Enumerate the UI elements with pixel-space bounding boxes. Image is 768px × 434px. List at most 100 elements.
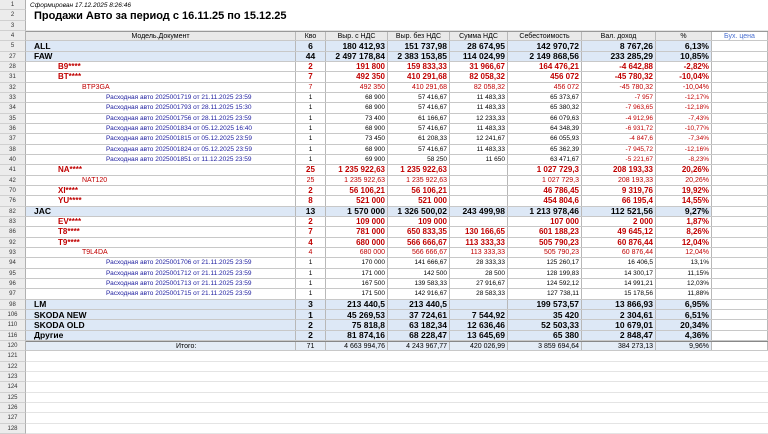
cell-7[interactable]: 60 876,44 bbox=[582, 237, 656, 247]
row-number[interactable]: 95 bbox=[0, 268, 26, 279]
cell-3[interactable]: 1 570 000 bbox=[326, 206, 388, 216]
cell-8[interactable]: 1,87% bbox=[656, 217, 712, 227]
column-header[interactable]: Кво bbox=[296, 32, 326, 41]
cell-9[interactable] bbox=[712, 113, 768, 123]
cell-3[interactable]: 492 350 bbox=[326, 82, 388, 92]
cell-2[interactable]: 1 bbox=[296, 134, 326, 144]
cell-3[interactable]: 45 269,53 bbox=[326, 310, 388, 320]
cell-7[interactable]: 2 304,61 bbox=[582, 310, 656, 320]
cell-8[interactable]: -12,17% bbox=[656, 93, 712, 103]
cell-2[interactable]: 8 bbox=[296, 196, 326, 206]
cell-8[interactable]: 12,04% bbox=[656, 237, 712, 247]
cell-2[interactable]: 1 bbox=[296, 310, 326, 320]
cell-model[interactable]: NA**** bbox=[26, 165, 296, 175]
row-number[interactable]: 4 bbox=[0, 31, 26, 42]
cell-9[interactable] bbox=[712, 289, 768, 299]
cell-6[interactable]: 3 859 694,64 bbox=[508, 342, 582, 351]
cell-7[interactable]: 8 767,26 bbox=[582, 41, 656, 51]
cell-4[interactable]: 2 383 153,85 bbox=[388, 51, 450, 61]
cell-5[interactable] bbox=[450, 196, 508, 206]
cell-3[interactable]: 81 874,16 bbox=[326, 330, 388, 340]
row-number[interactable]: 3 bbox=[0, 20, 26, 31]
row-number[interactable]: 116 bbox=[0, 330, 26, 341]
cell-7[interactable]: -6 931,72 bbox=[582, 124, 656, 134]
cell-9[interactable] bbox=[712, 165, 768, 175]
cell-6[interactable]: 456 072 bbox=[508, 72, 582, 82]
cell-7[interactable]: 14 300,17 bbox=[582, 268, 656, 278]
cell-7[interactable]: -45 780,32 bbox=[582, 82, 656, 92]
cell-7[interactable]: -4 642,88 bbox=[582, 62, 656, 72]
cell-model[interactable]: XI**** bbox=[26, 186, 296, 196]
cell-6[interactable]: 66 079,63 bbox=[508, 113, 582, 123]
row-number[interactable]: 125 bbox=[0, 392, 26, 403]
cell-5[interactable]: 7 544,92 bbox=[450, 310, 508, 320]
cell-model[interactable]: EV**** bbox=[26, 217, 296, 227]
cell-4[interactable]: 1 326 500,02 bbox=[388, 206, 450, 216]
row-number[interactable]: 122 bbox=[0, 361, 26, 372]
cell-4[interactable]: 213 440,5 bbox=[388, 299, 450, 309]
cell-9[interactable] bbox=[712, 227, 768, 237]
row-number[interactable]: 120 bbox=[0, 341, 26, 352]
cell-6[interactable]: 35 420 bbox=[508, 310, 582, 320]
cell-6[interactable]: 65 380,32 bbox=[508, 103, 582, 113]
cell-8[interactable]: 12,03% bbox=[656, 279, 712, 289]
cell-6[interactable]: 505 790,23 bbox=[508, 248, 582, 258]
column-header[interactable]: Сумма НДС bbox=[450, 32, 508, 41]
cell-5[interactable]: 28 583,33 bbox=[450, 289, 508, 299]
cell-8[interactable]: 9,96% bbox=[656, 342, 712, 351]
cell-2[interactable]: 4 bbox=[296, 237, 326, 247]
column-header[interactable]: Модель.Документ bbox=[26, 32, 296, 41]
cell-2[interactable]: 3 bbox=[296, 299, 326, 309]
row-number[interactable]: 2 bbox=[0, 10, 26, 21]
row-number[interactable]: 123 bbox=[0, 372, 26, 383]
cell-2[interactable]: 7 bbox=[296, 227, 326, 237]
cell-7[interactable]: 208 193,33 bbox=[582, 175, 656, 185]
cell-6[interactable]: 1 213 978,46 bbox=[508, 206, 582, 216]
cell-model[interactable]: ALL bbox=[26, 41, 296, 51]
cell-6[interactable]: 1 027 729,3 bbox=[508, 175, 582, 185]
cell-7[interactable]: 112 521,56 bbox=[582, 206, 656, 216]
cell-6[interactable]: 128 199,83 bbox=[508, 268, 582, 278]
cell-4[interactable]: 139 583,33 bbox=[388, 279, 450, 289]
row-number[interactable]: 42 bbox=[0, 175, 26, 186]
cell-2[interactable]: 13 bbox=[296, 206, 326, 216]
cell-3[interactable]: 68 900 bbox=[326, 103, 388, 113]
cell-4[interactable]: 159 833,33 bbox=[388, 62, 450, 72]
cell-3[interactable]: 73 400 bbox=[326, 113, 388, 123]
cell-8[interactable]: -12,18% bbox=[656, 103, 712, 113]
cell-model[interactable]: Расходная авто 2025001824 от 05.12.2025 … bbox=[26, 144, 296, 154]
cell-5[interactable] bbox=[450, 165, 508, 175]
cell-model[interactable]: Расходная авто 2025001815 от 05.12.2025 … bbox=[26, 134, 296, 144]
cell-4[interactable]: 141 666,67 bbox=[388, 258, 450, 268]
cell-3[interactable]: 680 000 bbox=[326, 237, 388, 247]
cell-4[interactable]: 58 250 bbox=[388, 155, 450, 165]
cell-2[interactable]: 7 bbox=[296, 82, 326, 92]
cell-7[interactable]: -7 963,65 bbox=[582, 103, 656, 113]
cell-model[interactable]: Расходная авто 2025001706 от 21.11.2025 … bbox=[26, 258, 296, 268]
cell-2[interactable]: 2 bbox=[296, 330, 326, 340]
cell-8[interactable]: -10,04% bbox=[656, 82, 712, 92]
cell-2[interactable]: 1 bbox=[296, 144, 326, 154]
cell-9[interactable] bbox=[712, 342, 768, 351]
cell-2[interactable]: 1 bbox=[296, 258, 326, 268]
cell-4[interactable]: 57 416,67 bbox=[388, 93, 450, 103]
row-number[interactable]: 83 bbox=[0, 217, 26, 228]
cell-9[interactable] bbox=[712, 93, 768, 103]
column-header[interactable]: Вал. доход bbox=[582, 32, 656, 41]
cell-9[interactable] bbox=[712, 134, 768, 144]
cell-5[interactable]: 243 499,98 bbox=[450, 206, 508, 216]
cell-9[interactable] bbox=[712, 41, 768, 51]
cell-4[interactable]: 566 666,67 bbox=[388, 237, 450, 247]
cell-9[interactable] bbox=[712, 237, 768, 247]
cell-4[interactable]: 57 416,67 bbox=[388, 144, 450, 154]
cell-7[interactable]: 233 285,29 bbox=[582, 51, 656, 61]
cell-9[interactable] bbox=[712, 279, 768, 289]
cell-3[interactable]: 109 000 bbox=[326, 217, 388, 227]
cell-9[interactable] bbox=[712, 72, 768, 82]
cell-5[interactable]: 130 166,65 bbox=[450, 227, 508, 237]
row-number[interactable]: 92 bbox=[0, 237, 26, 248]
column-header[interactable]: Себестоимость bbox=[508, 32, 582, 41]
cell-7[interactable]: -5 221,67 bbox=[582, 155, 656, 165]
cell-model[interactable]: JAC bbox=[26, 206, 296, 216]
cell-4[interactable]: 68 228,47 bbox=[388, 330, 450, 340]
